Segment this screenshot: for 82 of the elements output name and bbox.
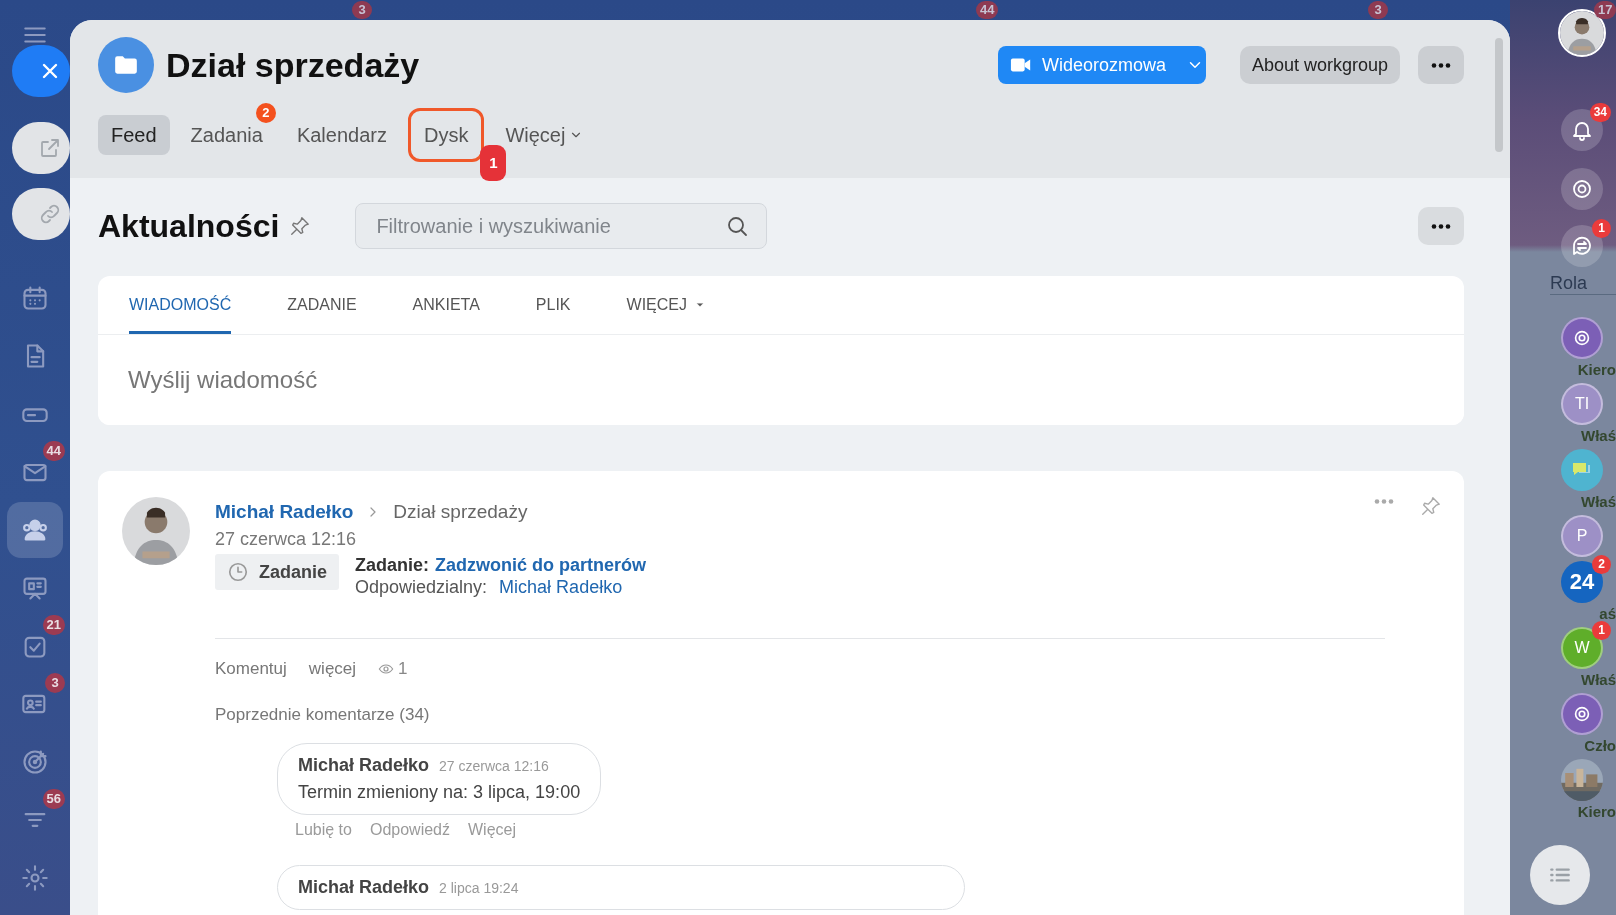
field-label: Zadanie: — [355, 554, 430, 576]
tab[interactable]: WIĘCEJ — [626, 276, 705, 334]
clock-icon — [227, 561, 249, 583]
spiral-icon — [1570, 177, 1594, 201]
comment-action-link[interactable]: Więcej — [468, 821, 516, 839]
comment-author: Michał Radełko — [298, 877, 430, 898]
chat-button[interactable] — [1561, 449, 1603, 491]
comment-text: Termin zmieniony na: 3 lipca, 19:00 — [298, 782, 581, 803]
role-tag: Kiero — [1577, 803, 1616, 821]
copy-link-button[interactable] — [12, 188, 70, 240]
pin-icon — [289, 215, 312, 237]
video-call-button[interactable]: Wideorozmowa — [997, 46, 1206, 84]
count-badge: 34 — [1589, 103, 1611, 122]
pin-icon[interactable] — [1420, 495, 1442, 517]
comment-author: Michał Radełko — [298, 755, 430, 776]
message-composer[interactable]: WIADOMOŚĆ ZADANIE ANKIETA PLIK WIĘCEJ Wyślij wiadomość — [98, 276, 1464, 425]
initials-avatar[interactable]: TI — [1561, 383, 1603, 425]
destination-link[interactable]: Dział sprzedaży — [393, 501, 528, 523]
count-badge: 56 — [42, 789, 65, 809]
callout-badge: 1 — [480, 145, 507, 181]
field-label: Odpowiedzialny: — [355, 576, 488, 598]
comment-date: 2 lipca 19:24 — [439, 880, 519, 896]
task-link[interactable]: Zadzwonić do partnerów — [435, 554, 647, 576]
view-count: 1 — [398, 659, 408, 679]
page-title: Aktualności — [98, 207, 280, 245]
chat-arrows-icon — [1570, 234, 1594, 258]
close-button[interactable] — [12, 45, 70, 97]
count-badge: 44 — [42, 441, 65, 461]
count-badge: 3 — [1368, 1, 1388, 19]
open-external-button[interactable] — [12, 122, 70, 174]
scrollbar[interactable] — [1495, 38, 1503, 152]
author-link[interactable]: Michał Radełko — [215, 501, 354, 523]
action-link[interactable]: Komentuj — [215, 659, 287, 679]
count-badge: 3 — [352, 1, 372, 19]
more-icon — [1431, 223, 1451, 229]
comment-date: 27 czerwca 12:16 — [439, 758, 549, 774]
previous-comments-link[interactable]: Poprzednie komentarze (34) — [215, 705, 430, 725]
role-tag: Właś — [1581, 493, 1616, 511]
tab[interactable]: PLIK — [535, 276, 571, 334]
folder-icon — [98, 37, 154, 93]
person-link[interactable]: Michał Radełko — [499, 576, 623, 598]
tab[interactable]: ANKIETA — [412, 276, 480, 334]
search-icon — [725, 214, 750, 238]
more-button[interactable] — [1418, 207, 1464, 245]
link-icon — [38, 202, 62, 226]
role-label: Rola — [1550, 273, 1616, 295]
action-link[interactable]: więcej — [308, 659, 357, 679]
role-tag: Czło — [1584, 737, 1616, 755]
about-button[interactable]: About workgroup — [1239, 46, 1400, 84]
caret-icon — [695, 300, 705, 310]
tab[interactable]: Feed — [98, 115, 170, 155]
eye-icon — [378, 661, 395, 677]
role-tag: Właś — [1581, 427, 1616, 445]
more-button[interactable] — [1418, 46, 1464, 84]
count-badge: 1 — [1592, 219, 1611, 238]
count-badge: 21 — [42, 615, 65, 635]
count-badge: 1 — [1592, 621, 1611, 640]
count-badge: 2 — [1592, 555, 1611, 574]
menu-button[interactable] — [1530, 845, 1590, 905]
tab[interactable]: Kalendarz — [283, 115, 400, 155]
chat-button[interactable] — [1561, 317, 1603, 359]
role-tag: Kiero — [1577, 361, 1616, 379]
count-badge: 3 — [45, 673, 65, 693]
count-badge: 2 — [255, 103, 276, 123]
external-link-icon — [38, 136, 62, 160]
role-tag: Właś — [1581, 671, 1616, 689]
sidebar-item[interactable] — [7, 502, 63, 558]
post-date: 27 czerwca 12:16 — [215, 529, 357, 550]
count-badge: 44 — [976, 1, 999, 19]
tag-label: Zadanie — [259, 561, 328, 583]
role-tag: aś — [1599, 605, 1616, 623]
more-icon[interactable] — [1374, 499, 1394, 504]
more-icon — [1431, 62, 1451, 68]
calendar-icon — [21, 284, 49, 312]
settings-icon — [21, 864, 49, 892]
chat-button[interactable] — [1561, 693, 1603, 735]
messenger-button[interactable] — [1561, 225, 1603, 267]
initials-avatar[interactable]: P — [1561, 515, 1603, 557]
search-field[interactable]: Filtrowanie i wyszukiwanie — [355, 203, 768, 249]
tab[interactable]: ZADANIE — [287, 276, 357, 334]
group-title: Dział sprzedaży — [166, 45, 420, 85]
target-icon — [21, 748, 49, 776]
